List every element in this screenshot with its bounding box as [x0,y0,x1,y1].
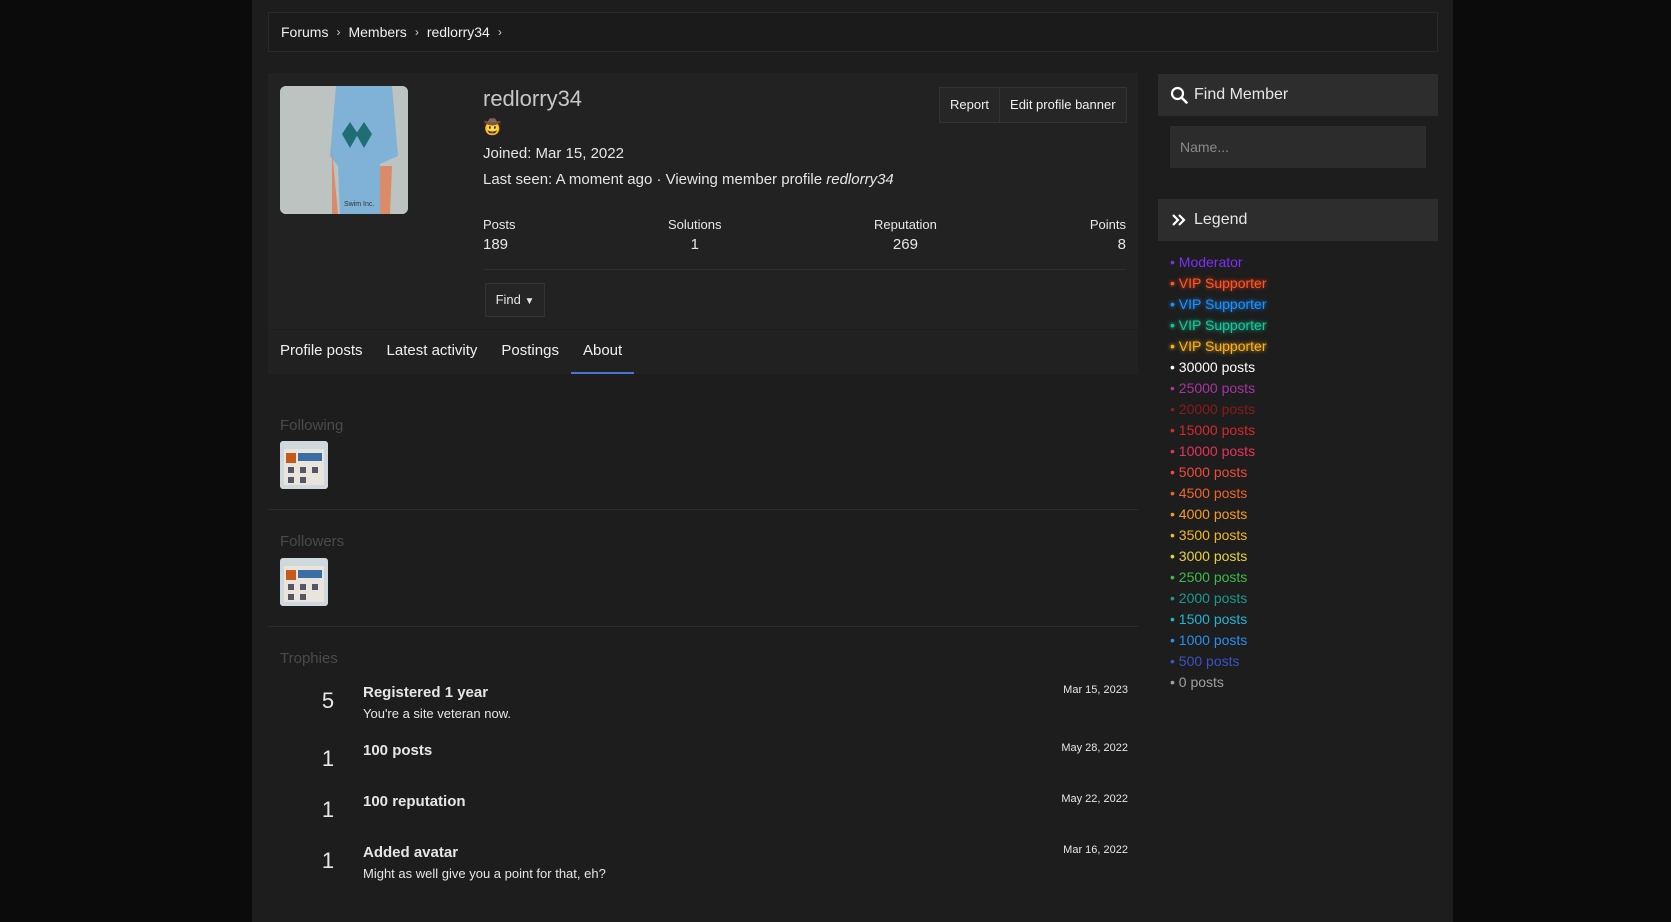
legend-item-3500-posts: • 3500 posts [1170,527,1248,543]
last-seen-value: A moment ago · Viewing member profile [555,171,823,188]
last-seen-label: Last seen: [483,171,553,188]
legend-item-30000-posts: • 30000 posts [1170,359,1256,375]
trophies-title: Trophies [280,650,338,667]
find-member-header: Find Member [1158,74,1438,116]
trophy-title: Added avatar [363,844,459,861]
trophy-points: 5 [321,688,335,713]
legend-item-moderator: • Moderator [1170,254,1243,270]
legend-item-15000-posts: • 15000 posts [1170,422,1256,438]
legend-item-4000-posts: • 4000 posts [1170,506,1248,522]
legend-item-1000-posts: • 1000 posts [1170,632,1248,648]
trophy-points: 1 [321,848,335,873]
joined-value: Mar 15, 2022 [535,145,624,162]
breadcrumb-members[interactable]: Members [348,24,406,40]
trophy-description: You're a site veteran now. [363,706,511,721]
legend-item-4500-posts: • 4500 posts [1170,485,1248,501]
stat-label: Points [1089,217,1126,232]
breadcrumb-forums[interactable]: Forums [281,24,328,40]
stat-label: Posts [483,217,516,232]
trophy-date: May 28, 2022 [1061,742,1128,754]
legend-item-vip-supporter: • VIP Supporter [1170,338,1267,354]
tab-profile-posts[interactable]: Profile posts [268,330,375,374]
find-member-title: Find Member [1194,86,1289,103]
tab-latest-activity[interactable]: Latest activity [375,330,490,374]
search-icon [1170,86,1188,104]
trophy-title: 100 posts [363,742,433,759]
trophy-item: 1 100 posts May 28, 2022 [268,742,1128,792]
legend-item-1500-posts: • 1500 posts [1170,611,1248,627]
profile-username: redlorry34 [483,86,583,111]
profile-actions: Report Edit profile banner [939,87,1127,123]
tab-postings[interactable]: Postings [489,330,571,374]
trophy-date: Mar 15, 2023 [1063,684,1128,696]
section-divider [268,626,1138,627]
stat-posts[interactable]: Posts 189 [483,217,516,253]
building-avatar-image [280,441,328,489]
trophy-title: Registered 1 year [363,684,489,701]
stat-solutions[interactable]: Solutions 1 [668,217,721,253]
legend-item-vip-supporter: • VIP Supporter [1170,296,1267,312]
tab-about[interactable]: About [570,330,635,374]
joined-label: Joined: [483,145,532,162]
trophy-title: 100 reputation [363,793,466,810]
stat-reputation[interactable]: Reputation 269 [874,217,937,253]
following-title: Following [280,417,344,434]
legend-item-0-posts: • 0 posts [1170,674,1224,690]
profile-stats: Posts 189 Solutions 1 Reputation 269 Poi… [483,217,1126,270]
legend-title: Legend [1194,211,1248,228]
stat-points[interactable]: Points 8 [1090,217,1126,253]
joined-date: Joined: Mar 15, 2022 [483,145,624,162]
trophy-date: Mar 16, 2022 [1063,844,1128,856]
breadcrumb: Forums › Members › redlorry34 › [268,12,1438,52]
section-divider [268,509,1138,510]
chevron-right-icon: › [336,25,341,39]
trophy-item: 5 Registered 1 year You're a site vetera… [268,684,1128,734]
legend-item-25000-posts: • 25000 posts [1170,380,1256,396]
trophy-date: May 22, 2022 [1061,793,1128,805]
breadcrumb-user[interactable]: redlorry34 [427,24,490,40]
legend-item-500-posts: • 500 posts [1170,653,1240,669]
legend-item-10000-posts: • 10000 posts [1170,443,1256,459]
trophy-points: 1 [321,746,335,771]
stat-label: Reputation [874,217,937,232]
follower-avatar[interactable] [280,558,328,606]
trophy-item: 1 100 reputation May 22, 2022 [268,793,1128,843]
legend-item-vip-supporter: • VIP Supporter [1170,317,1267,333]
followers-title: Followers [280,533,345,550]
user-badge-icon: 🤠 [483,119,502,136]
legend-header: Legend [1158,199,1438,241]
avatar[interactable]: Swim Inc. [280,86,408,214]
legend-item-vip-supporter: • VIP Supporter [1170,275,1267,291]
last-seen: Last seen: A moment ago · Viewing member… [483,171,894,188]
edit-profile-banner-button[interactable]: Edit profile banner [999,88,1126,122]
legend-item-2500-posts: • 2500 posts [1170,569,1248,585]
avatar-caption: Swim Inc. [344,201,374,208]
profile-tabs: Profile posts Latest activity Postings A… [268,330,1138,374]
find-dropdown-button[interactable]: Find ▼ [485,283,545,317]
following-avatar[interactable] [280,441,328,489]
member-name-input[interactable] [1170,126,1426,168]
legend-item-3000-posts: • 3000 posts [1170,548,1248,564]
double-chevron-right-icon [1172,214,1186,226]
stat-label: Solutions [668,217,722,232]
stat-value: 8 [1117,236,1126,253]
caret-down-icon: ▼ [524,296,535,307]
chevron-right-icon: › [414,25,419,39]
legend-list: • Moderator • VIP Supporter • VIP Suppor… [1170,253,1266,694]
stat-value: 189 [483,236,509,253]
trophy-item: 1 Added avatar Might as well give you a … [268,844,1128,894]
report-button[interactable]: Report [940,88,999,122]
trophy-description: Might as well give you a point for that,… [363,866,606,881]
legend-item-2000-posts: • 2000 posts [1170,590,1248,606]
legend-item-5000-posts: • 5000 posts [1170,464,1248,480]
last-seen-target-link[interactable]: redlorry34 [826,171,894,188]
chevron-right-icon: › [497,25,502,39]
trophy-points: 1 [321,797,335,822]
building-avatar-image [280,558,328,606]
stat-value: 1 [690,236,699,253]
avatar-image: Swim Inc. [280,86,408,214]
find-label: Find [495,292,521,307]
legend-item-20000-posts: • 20000 posts [1170,401,1256,417]
stat-value: 269 [892,236,918,253]
